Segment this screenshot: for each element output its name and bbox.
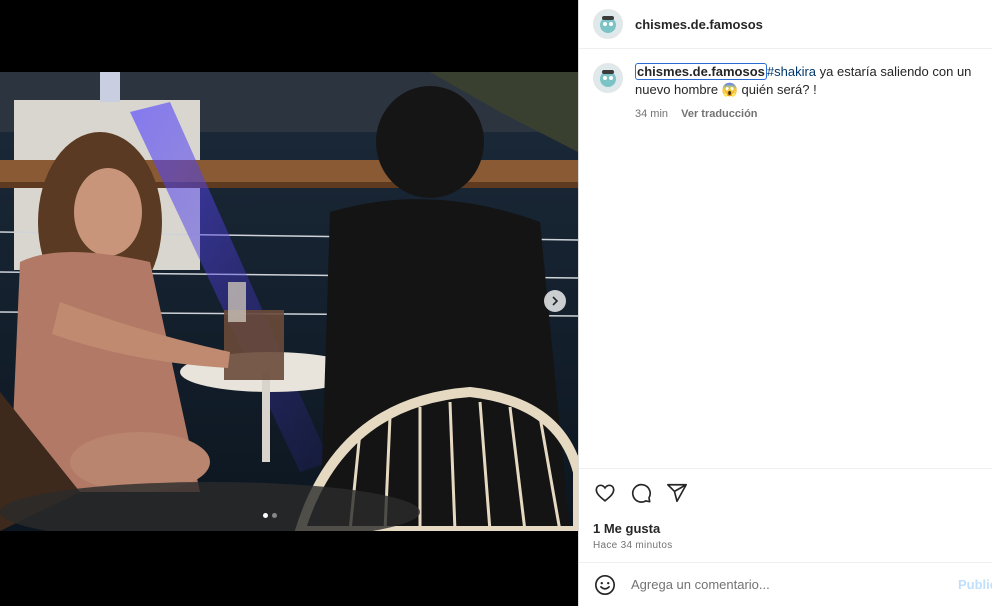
avatar[interactable] [593,9,623,39]
emoji-icon [595,574,615,595]
post-actions-section: 1 Me gusta Hace 34 minutos [579,468,992,551]
carousel-dot-2 [272,513,277,518]
caption-hashtag[interactable]: #shakira [767,64,816,79]
see-translation-link[interactable]: Ver traducción [681,108,757,120]
post-sidebar: chismes.de.famosos chismes.de.famosos #sh… [578,0,992,606]
emoji-button[interactable] [593,573,617,597]
comment-button[interactable] [629,481,653,505]
header-username[interactable]: chismes.de.famosos [635,17,763,32]
carousel-dot-1 [263,513,268,518]
comment-icon [631,483,651,503]
comment-bar: Publicar [579,562,992,606]
post-media [0,0,578,606]
post-photo [0,72,578,531]
share-button[interactable] [665,481,689,505]
action-bar [579,469,992,505]
carousel-next-button[interactable] [544,290,566,312]
carousel-indicator [263,513,277,518]
avatar-cartoon-icon [600,16,616,33]
caption-avatar[interactable] [593,63,623,93]
caption-time: 34 min [635,108,669,120]
heart-icon [595,484,615,502]
chevron-right-icon [552,296,559,306]
comment-input[interactable] [629,576,943,593]
caption: chismes.de.famosos #shakira ya estaría sa… [635,63,975,123]
paper-plane-icon [667,483,687,503]
caption-meta: 34 min Ver traducción [635,105,975,123]
caption-row: chismes.de.famosos #shakira ya estaría sa… [579,49,992,123]
post-timestamp: Hace 34 minutos [593,540,673,551]
likes-count[interactable]: 1 Me gusta [579,505,992,536]
avatar-cartoon-icon [600,70,616,87]
post-header: chismes.de.famosos [579,0,992,49]
caption-username[interactable]: chismes.de.famosos [635,63,767,80]
photo-illustration [0,72,578,531]
like-button[interactable] [593,481,617,505]
post-comment-button[interactable]: Publicar [958,577,992,592]
